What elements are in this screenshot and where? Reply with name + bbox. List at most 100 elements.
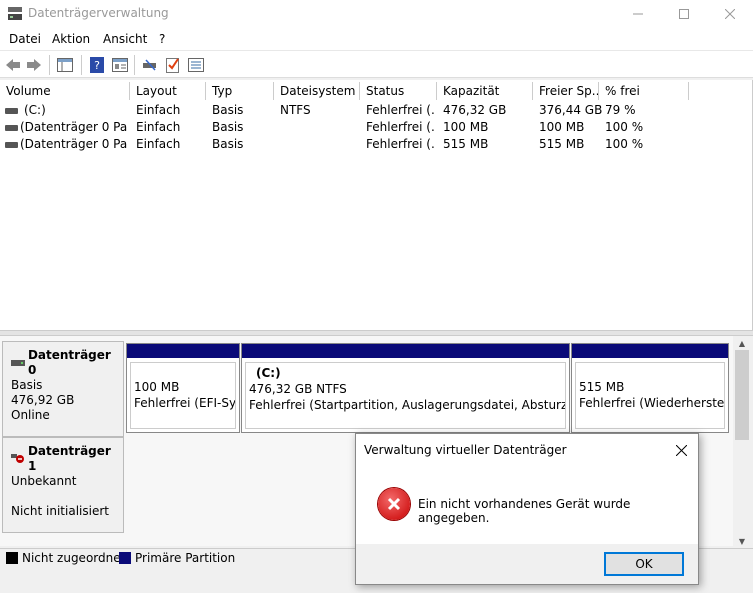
disk-error-icon <box>11 454 24 463</box>
cell-volume: (C:) <box>24 103 46 117</box>
disk-1-type: Unbekannt <box>11 474 77 488</box>
properties-view-button[interactable] <box>110 55 130 75</box>
cell-kapazitaet: 100 MB <box>443 120 489 134</box>
cell-typ: Basis <box>212 120 244 134</box>
cell-layout: Einfach <box>136 103 181 117</box>
menu-bar: Datei Aktion Ansicht ? <box>0 28 753 50</box>
cell-freier-speicher: 515 MB <box>539 137 585 151</box>
column-header-kapazitaet[interactable]: Kapazität <box>437 82 533 100</box>
column-header-typ[interactable]: Typ <box>206 82 274 100</box>
checklist-icon <box>166 58 179 73</box>
partition-recovery[interactable]: 515 MB Fehlerfrei (Wiederherstellur <box>571 343 729 433</box>
disk-0-state: Online <box>11 408 50 422</box>
cell-status: Fehlerfrei (... <box>366 120 436 134</box>
cell-volume: (Datenträger 0 Par... <box>20 137 128 151</box>
help-button[interactable]: ? <box>87 55 107 75</box>
table-row[interactable]: (Datenträger 0 Par... Einfach Basis Fehl… <box>0 136 700 153</box>
maximize-button[interactable] <box>661 0 707 28</box>
disk-0-size: 476,92 GB <box>11 393 75 407</box>
properties-view-icon <box>112 58 128 72</box>
dialog-title-bar: Verwaltung virtueller Datenträger <box>356 434 698 466</box>
toolbar-separator <box>49 55 50 75</box>
partition-title: (C:) <box>256 366 281 380</box>
menu-ansicht[interactable]: Ansicht <box>103 32 147 46</box>
table-row[interactable]: (Datenträger 0 Par... Einfach Basis Fehl… <box>0 119 700 136</box>
partition-bar <box>127 344 239 358</box>
disk-icon <box>11 360 25 366</box>
disk-1-state: Nicht initialisiert <box>11 504 109 518</box>
dialog-close-button[interactable] <box>668 437 694 463</box>
volume-icon <box>5 108 18 114</box>
error-icon <box>378 488 410 520</box>
window-title: Datenträgerverwaltung <box>28 6 169 20</box>
column-header-dateisystem[interactable]: Dateisystem <box>274 82 360 100</box>
toolbar: ? <box>0 50 753 78</box>
volume-list: Volume Layout Typ Dateisystem Status Kap… <box>0 80 753 330</box>
table-row[interactable]: (C:) Einfach Basis NTFS Fehlerfrei (... … <box>0 102 700 119</box>
cell-dateisystem: NTFS <box>280 103 311 117</box>
help-icon: ? <box>90 57 104 73</box>
minimize-button[interactable] <box>615 0 661 28</box>
connect-drive-button[interactable] <box>140 55 160 75</box>
disk-1-label[interactable]: Datenträger 1 Unbekannt Nicht initialisi… <box>2 437 124 533</box>
volume-icon <box>5 125 18 131</box>
back-button[interactable] <box>3 55 23 75</box>
connect-icon <box>143 59 156 71</box>
cell-status: Fehlerfrei (... <box>366 137 436 151</box>
disk-map-scrollbar[interactable]: ▲ ▼ <box>733 336 751 548</box>
back-arrow-icon <box>6 59 20 71</box>
cell-kapazitaet: 515 MB <box>443 137 489 151</box>
partition-recovery-info: 515 MB Fehlerfrei (Wiederherstellur <box>575 362 725 429</box>
svg-text:?: ? <box>94 59 100 72</box>
partition-size: 515 MB <box>579 380 625 394</box>
partition-status: Fehlerfrei (Startpartition, Auslagerungs… <box>249 398 566 412</box>
show-hide-console-tree-button[interactable] <box>55 55 75 75</box>
disk-0-type: Basis <box>11 378 43 392</box>
cell-layout: Einfach <box>136 137 181 151</box>
menu-aktion[interactable]: Aktion <box>52 32 90 46</box>
partition-bar <box>242 344 569 358</box>
check-button[interactable] <box>163 55 183 75</box>
partition-c[interactable]: (C:) 476,32 GB NTFS Fehlerfrei (Startpar… <box>241 343 570 433</box>
partition-status: Fehlerfrei (Wiederherstellur <box>579 396 725 410</box>
partition-size: 100 MB <box>134 380 180 394</box>
disk-1-size <box>11 489 123 504</box>
column-header-prozent-frei[interactable]: % frei <box>599 82 689 100</box>
cell-prozent-frei: 100 % <box>605 137 644 151</box>
column-header-status[interactable]: Status <box>360 82 437 100</box>
cell-status: Fehlerfrei (... <box>366 103 436 117</box>
partition-efi-info: 100 MB Fehlerfrei (EFI-Syste <box>130 362 236 429</box>
disk-0-label[interactable]: Datenträger 0 Basis 476,92 GB Online <box>2 341 124 437</box>
toolbar-separator <box>81 55 82 75</box>
forward-button[interactable] <box>24 55 44 75</box>
column-header-freier-speicher[interactable]: Freier Sp... <box>533 82 599 100</box>
menu-datei[interactable]: Datei <box>9 32 41 46</box>
close-button[interactable] <box>707 0 753 28</box>
partition-status: Fehlerfrei (EFI-Syste <box>134 396 236 410</box>
toolbar-separator <box>134 55 135 75</box>
column-header-layout[interactable]: Layout <box>130 82 206 100</box>
legend-label-unallocated: Nicht zugeordnet <box>22 551 126 565</box>
cell-prozent-frei: 100 % <box>605 120 644 134</box>
volume-icon <box>5 142 18 148</box>
legend-swatch-primary <box>119 552 131 564</box>
legend-swatch-unallocated <box>6 552 18 564</box>
title-bar: Datenträgerverwaltung <box>0 0 753 28</box>
scrollbar-thumb[interactable] <box>735 350 749 440</box>
scroll-up-arrow-icon[interactable]: ▲ <box>733 336 751 350</box>
partition-bar <box>572 344 728 358</box>
error-cross-glyph <box>387 497 401 511</box>
ok-button[interactable]: OK <box>604 552 684 576</box>
cell-freier-speicher: 376,44 GB <box>539 103 603 117</box>
partition-c-info: (C:) 476,32 GB NTFS Fehlerfrei (Startpar… <box>245 362 566 429</box>
cell-freier-speicher: 100 MB <box>539 120 585 134</box>
cell-layout: Einfach <box>136 120 181 134</box>
partition-efi[interactable]: 100 MB Fehlerfrei (EFI-Syste <box>126 343 240 433</box>
forward-arrow-icon <box>27 59 41 71</box>
scroll-down-arrow-icon[interactable]: ▼ <box>733 534 751 548</box>
error-dialog: Verwaltung virtueller Datenträger Ein ni… <box>355 433 699 585</box>
list-view-button[interactable] <box>186 55 206 75</box>
column-header-volume[interactable]: Volume <box>0 82 130 100</box>
close-icon <box>725 9 735 19</box>
menu-help[interactable]: ? <box>159 32 165 46</box>
